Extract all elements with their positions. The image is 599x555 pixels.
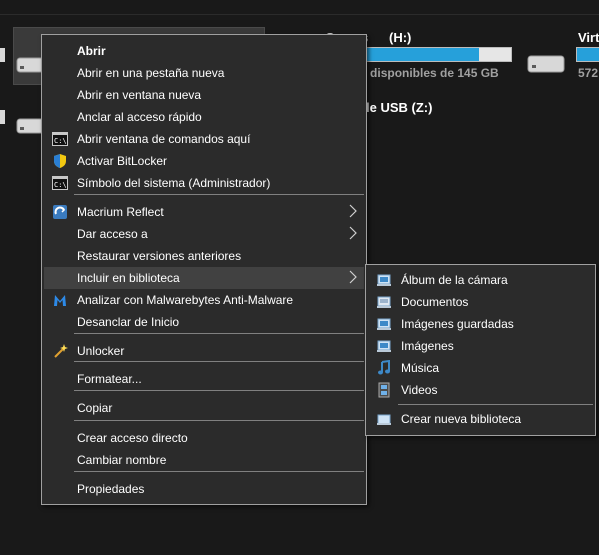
menu-item-label: Analizar con Malwarebytes Anti-Malware bbox=[77, 293, 294, 307]
submenu-item-imagenes[interactable]: Imágenes bbox=[368, 335, 593, 357]
submenu-item-documentos[interactable]: Documentos bbox=[368, 291, 593, 313]
drive-usage-bar bbox=[576, 47, 599, 62]
menu-item-analizar-con-malwarebytes-anti-malware[interactable]: Analizar con Malwarebytes Anti-Malware bbox=[44, 289, 364, 311]
chevron-right-icon bbox=[348, 226, 358, 240]
submenu-item-label: Álbum de la cámara bbox=[401, 273, 508, 287]
menu-item-label: Activar BitLocker bbox=[77, 154, 168, 168]
menu-item-incluir-en-biblioteca[interactable]: Incluir en biblioteca bbox=[44, 267, 364, 289]
drive-free-text: 572 bbox=[578, 66, 599, 80]
menu-item-activar-bitlocker[interactable]: Activar BitLocker bbox=[44, 150, 364, 172]
menu-item-restaurar-versiones-anteriores[interactable]: Restaurar versiones anteriores bbox=[44, 245, 364, 267]
menu-item-label: Restaurar versiones anteriores bbox=[77, 249, 242, 263]
submenu-item-imagenes-guardadas[interactable]: Imágenes guardadas bbox=[368, 313, 593, 335]
submenu-item-label: Imágenes bbox=[401, 339, 454, 353]
menu-item-anclar-al-acceso-rapido[interactable]: Anclar al acceso rápido bbox=[44, 106, 364, 128]
shield-icon bbox=[52, 153, 68, 169]
wand-icon bbox=[52, 343, 68, 359]
menu-item-label: Formatear... bbox=[77, 372, 142, 386]
menu-item-formatear[interactable]: Formatear... bbox=[44, 368, 364, 390]
music-library-icon bbox=[376, 359, 392, 376]
drive-letter: (H:) bbox=[389, 30, 412, 45]
new-library-icon bbox=[376, 411, 392, 427]
menu-separator bbox=[74, 390, 364, 391]
submenu-item-crear-nueva-biblioteca[interactable]: Crear nueva biblioteca bbox=[368, 408, 593, 430]
menu-item-cambiar-nombre[interactable]: Cambiar nombre bbox=[44, 449, 364, 471]
menu-separator bbox=[74, 361, 364, 362]
menu-separator bbox=[74, 420, 364, 421]
submenu-item-album-de-la-camara[interactable]: Álbum de la cámara bbox=[368, 269, 593, 291]
menu-item-abrir-en-ventana-nueva[interactable]: Abrir en ventana nueva bbox=[44, 84, 364, 106]
pictures-library-icon bbox=[376, 338, 392, 354]
window-top-edge bbox=[0, 0, 599, 15]
console-icon: C:\ bbox=[52, 175, 68, 191]
menu-item-dar-acceso-a[interactable]: Dar acceso a bbox=[44, 223, 364, 245]
drive-icon bbox=[527, 55, 565, 73]
menu-item-label: Desanclar de Inicio bbox=[77, 315, 180, 329]
menu-item-label: Dar acceso a bbox=[77, 227, 148, 241]
menu-item-label: Anclar al acceso rápido bbox=[77, 110, 202, 124]
console-icon: C:\ bbox=[52, 131, 68, 147]
menu-item-label: Abrir en una pestaña nueva bbox=[77, 66, 225, 80]
menu-item-label: Incluir en biblioteca bbox=[77, 271, 180, 285]
menu-item-label: Abrir en ventana nueva bbox=[77, 88, 202, 102]
menu-separator bbox=[74, 333, 364, 334]
menu-item-simbolo-del-sistema-administrador[interactable]: C:\ Símbolo del sistema (Administrador) bbox=[44, 172, 364, 194]
svg-text:C:\: C:\ bbox=[54, 137, 67, 145]
submenu-item-label: Música bbox=[401, 361, 440, 375]
menu-item-label: Propiedades bbox=[77, 482, 145, 496]
menu-item-macrium-reflect[interactable]: Macrium Reflect bbox=[44, 201, 364, 223]
malwarebytes-icon bbox=[52, 292, 68, 308]
partial-drive-icon bbox=[0, 48, 5, 62]
chevron-right-icon bbox=[348, 270, 358, 284]
submenu-item-musica[interactable]: Música bbox=[368, 357, 593, 379]
menu-item-label: Abrir bbox=[77, 44, 106, 58]
menu-item-label: Cambiar nombre bbox=[77, 453, 167, 467]
menu-separator bbox=[74, 471, 364, 472]
submenu-item-label: Documentos bbox=[401, 295, 469, 309]
menu-item-unlocker[interactable]: Unlocker bbox=[44, 340, 364, 362]
menu-item-label: Abrir ventana de comandos aquí bbox=[77, 132, 251, 146]
videos-library-icon bbox=[376, 382, 392, 398]
menu-separator bbox=[74, 194, 364, 195]
drive-name: Virt bbox=[578, 30, 599, 45]
menu-item-abrir-ventana-de-comandos-aqui[interactable]: C:\ Abrir ventana de comandos aquí bbox=[44, 128, 364, 150]
submenu-item-label: Videos bbox=[401, 383, 438, 397]
pictures-library-icon bbox=[376, 316, 392, 332]
library-submenu: Álbum de la cámara Documentos Imágenes gua… bbox=[365, 264, 596, 436]
svg-text:C:\: C:\ bbox=[54, 181, 67, 189]
menu-item-label: Unlocker bbox=[77, 344, 125, 358]
chevron-right-icon bbox=[348, 204, 358, 218]
menu-item-propiedades[interactable]: Propiedades bbox=[44, 478, 364, 500]
drive-virtual[interactable]: Virt 572 bbox=[526, 30, 599, 90]
menu-item-crear-acceso-directo[interactable]: Crear acceso directo bbox=[44, 427, 364, 449]
partial-drive-icon bbox=[0, 110, 5, 124]
menu-item-label: Símbolo del sistema (Administrador) bbox=[77, 176, 271, 190]
menu-item-label: Copiar bbox=[77, 401, 113, 415]
menu-separator bbox=[398, 404, 593, 405]
menu-item-label: Crear acceso directo bbox=[77, 431, 188, 445]
context-menu: Abrir Abrir en una pestaña nueva Abrir en … bbox=[41, 34, 367, 505]
submenu-item-videos[interactable]: Videos bbox=[368, 379, 593, 401]
submenu-item-label: Crear nueva biblioteca bbox=[401, 412, 522, 426]
menu-item-copiar[interactable]: Copiar bbox=[44, 397, 364, 419]
pictures-library-icon bbox=[376, 272, 392, 288]
menu-item-label: Macrium Reflect bbox=[77, 205, 164, 219]
macrium-icon bbox=[52, 204, 68, 220]
documents-library-icon bbox=[376, 294, 392, 310]
submenu-item-label: Imágenes guardadas bbox=[401, 317, 514, 331]
menu-item-abrir[interactable]: Abrir bbox=[44, 40, 364, 62]
menu-item-desanclar-de-inicio[interactable]: Desanclar de Inicio bbox=[44, 311, 364, 333]
menu-item-abrir-en-una-pestana-nueva[interactable]: Abrir en una pestaña nueva bbox=[44, 62, 364, 84]
